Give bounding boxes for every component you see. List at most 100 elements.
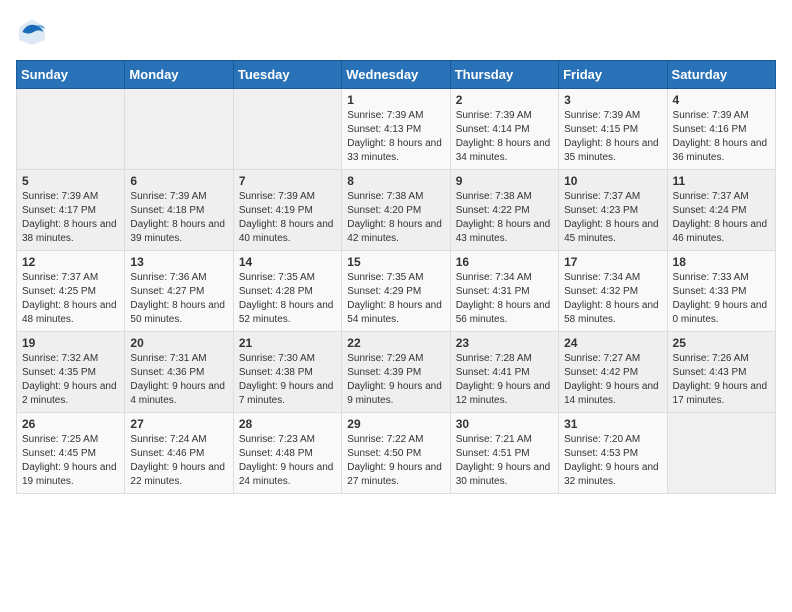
calendar-cell: 27 Sunrise: 7:24 AM Sunset: 4:46 PM Dayli… [125, 413, 233, 494]
day-number: 23 [456, 336, 553, 350]
day-info: Sunrise: 7:38 AM Sunset: 4:22 PM Dayligh… [456, 190, 553, 246]
calendar-cell: 31 Sunrise: 7:20 AM Sunset: 4:53 PM Dayli… [559, 413, 667, 494]
day-number: 21 [239, 336, 336, 350]
day-info: Sunrise: 7:37 AM Sunset: 4:24 PM Dayligh… [673, 190, 770, 246]
day-number: 11 [673, 174, 770, 188]
day-info: Sunrise: 7:32 AM Sunset: 4:35 PM Dayligh… [22, 352, 119, 408]
day-info: Sunrise: 7:30 AM Sunset: 4:38 PM Dayligh… [239, 352, 336, 408]
calendar-cell: 3 Sunrise: 7:39 AM Sunset: 4:15 PM Daylig… [559, 89, 667, 170]
day-info: Sunrise: 7:35 AM Sunset: 4:28 PM Dayligh… [239, 271, 336, 327]
calendar-cell: 29 Sunrise: 7:22 AM Sunset: 4:50 PM Dayli… [342, 413, 450, 494]
day-info: Sunrise: 7:35 AM Sunset: 4:29 PM Dayligh… [347, 271, 444, 327]
day-number: 1 [347, 93, 444, 107]
day-number: 3 [564, 93, 661, 107]
calendar-week-row: 1Sunrise: 7:39 AM Sunset: 4:13 PM Daylig… [17, 89, 776, 170]
day-number: 20 [130, 336, 227, 350]
calendar-week-row: 5Sunrise: 7:39 AM Sunset: 4:17 PM Daylig… [17, 170, 776, 251]
day-number: 15 [347, 255, 444, 269]
day-info: Sunrise: 7:33 AM Sunset: 4:33 PM Dayligh… [673, 271, 770, 327]
calendar-cell: 18 Sunrise: 7:33 AM Sunset: 4:33 PM Dayli… [667, 251, 775, 332]
day-info: Sunrise: 7:25 AM Sunset: 4:45 PM Dayligh… [22, 433, 119, 489]
day-number: 14 [239, 255, 336, 269]
day-number: 12 [22, 255, 119, 269]
day-info: Sunrise: 7:39 AM Sunset: 4:16 PM Dayligh… [673, 109, 770, 165]
day-number: 22 [347, 336, 444, 350]
day-number: 13 [130, 255, 227, 269]
day-info: Sunrise: 7:39 AM Sunset: 4:15 PM Dayligh… [564, 109, 661, 165]
weekday-header: Tuesday [233, 61, 341, 89]
day-info: Sunrise: 7:37 AM Sunset: 4:23 PM Dayligh… [564, 190, 661, 246]
day-number: 18 [673, 255, 770, 269]
calendar-cell: 13 Sunrise: 7:36 AM Sunset: 4:27 PM Dayli… [125, 251, 233, 332]
calendar-cell: 28 Sunrise: 7:23 AM Sunset: 4:48 PM Dayli… [233, 413, 341, 494]
calendar-cell: 25Sunrise: 7:26 AM Sunset: 4:43 PM Dayli… [667, 332, 775, 413]
day-info: Sunrise: 7:38 AM Sunset: 4:20 PM Dayligh… [347, 190, 444, 246]
logo [16, 16, 52, 48]
day-info: Sunrise: 7:34 AM Sunset: 4:31 PM Dayligh… [456, 271, 553, 327]
day-info: Sunrise: 7:21 AM Sunset: 4:51 PM Dayligh… [456, 433, 553, 489]
page-header [16, 16, 776, 48]
calendar-cell: 24 Sunrise: 7:27 AM Sunset: 4:42 PM Dayli… [559, 332, 667, 413]
calendar-cell: 4Sunrise: 7:39 AM Sunset: 4:16 PM Daylig… [667, 89, 775, 170]
day-number: 19 [22, 336, 119, 350]
day-number: 28 [239, 417, 336, 431]
calendar-header-row: SundayMondayTuesdayWednesdayThursdayFrid… [17, 61, 776, 89]
day-info: Sunrise: 7:36 AM Sunset: 4:27 PM Dayligh… [130, 271, 227, 327]
day-number: 30 [456, 417, 553, 431]
weekday-header: Monday [125, 61, 233, 89]
day-info: Sunrise: 7:22 AM Sunset: 4:50 PM Dayligh… [347, 433, 444, 489]
calendar-week-row: 26Sunrise: 7:25 AM Sunset: 4:45 PM Dayli… [17, 413, 776, 494]
day-info: Sunrise: 7:29 AM Sunset: 4:39 PM Dayligh… [347, 352, 444, 408]
calendar-cell: 1Sunrise: 7:39 AM Sunset: 4:13 PM Daylig… [342, 89, 450, 170]
day-number: 17 [564, 255, 661, 269]
day-number: 10 [564, 174, 661, 188]
day-info: Sunrise: 7:39 AM Sunset: 4:17 PM Dayligh… [22, 190, 119, 246]
calendar-cell: 19 Sunrise: 7:32 AM Sunset: 4:35 PM Dayli… [17, 332, 125, 413]
calendar-cell: 12Sunrise: 7:37 AM Sunset: 4:25 PM Dayli… [17, 251, 125, 332]
day-number: 7 [239, 174, 336, 188]
day-info: Sunrise: 7:23 AM Sunset: 4:48 PM Dayligh… [239, 433, 336, 489]
day-info: Sunrise: 7:34 AM Sunset: 4:32 PM Dayligh… [564, 271, 661, 327]
weekday-header: Sunday [17, 61, 125, 89]
day-info: Sunrise: 7:27 AM Sunset: 4:42 PM Dayligh… [564, 352, 661, 408]
day-number: 6 [130, 174, 227, 188]
calendar-cell: 14 Sunrise: 7:35 AM Sunset: 4:28 PM Dayli… [233, 251, 341, 332]
day-number: 31 [564, 417, 661, 431]
weekday-header: Wednesday [342, 61, 450, 89]
day-number: 27 [130, 417, 227, 431]
calendar-cell [667, 413, 775, 494]
calendar-cell [17, 89, 125, 170]
day-info: Sunrise: 7:39 AM Sunset: 4:18 PM Dayligh… [130, 190, 227, 246]
calendar-cell: 21 Sunrise: 7:30 AM Sunset: 4:38 PM Dayli… [233, 332, 341, 413]
logo-icon [16, 16, 48, 48]
day-info: Sunrise: 7:28 AM Sunset: 4:41 PM Dayligh… [456, 352, 553, 408]
calendar-week-row: 12Sunrise: 7:37 AM Sunset: 4:25 PM Dayli… [17, 251, 776, 332]
day-number: 9 [456, 174, 553, 188]
calendar-cell: 30 Sunrise: 7:21 AM Sunset: 4:51 PM Dayli… [450, 413, 558, 494]
calendar-body: 1Sunrise: 7:39 AM Sunset: 4:13 PM Daylig… [17, 89, 776, 494]
day-number: 25 [673, 336, 770, 350]
calendar-cell: 23 Sunrise: 7:28 AM Sunset: 4:41 PM Dayli… [450, 332, 558, 413]
calendar-cell: 5Sunrise: 7:39 AM Sunset: 4:17 PM Daylig… [17, 170, 125, 251]
calendar-cell: 6 Sunrise: 7:39 AM Sunset: 4:18 PM Daylig… [125, 170, 233, 251]
calendar-week-row: 19 Sunrise: 7:32 AM Sunset: 4:35 PM Dayli… [17, 332, 776, 413]
calendar-cell [125, 89, 233, 170]
calendar-cell [233, 89, 341, 170]
day-info: Sunrise: 7:24 AM Sunset: 4:46 PM Dayligh… [130, 433, 227, 489]
calendar-cell: 16 Sunrise: 7:34 AM Sunset: 4:31 PM Dayli… [450, 251, 558, 332]
weekday-header: Friday [559, 61, 667, 89]
day-number: 16 [456, 255, 553, 269]
day-number: 29 [347, 417, 444, 431]
calendar-cell: 8Sunrise: 7:38 AM Sunset: 4:20 PM Daylig… [342, 170, 450, 251]
day-info: Sunrise: 7:31 AM Sunset: 4:36 PM Dayligh… [130, 352, 227, 408]
day-info: Sunrise: 7:20 AM Sunset: 4:53 PM Dayligh… [564, 433, 661, 489]
day-number: 2 [456, 93, 553, 107]
calendar-cell: 7 Sunrise: 7:39 AM Sunset: 4:19 PM Daylig… [233, 170, 341, 251]
calendar-cell: 22 Sunrise: 7:29 AM Sunset: 4:39 PM Dayli… [342, 332, 450, 413]
calendar-cell: 17 Sunrise: 7:34 AM Sunset: 4:32 PM Dayli… [559, 251, 667, 332]
day-info: Sunrise: 7:39 AM Sunset: 4:19 PM Dayligh… [239, 190, 336, 246]
calendar-cell: 15 Sunrise: 7:35 AM Sunset: 4:29 PM Dayli… [342, 251, 450, 332]
calendar-cell: 26Sunrise: 7:25 AM Sunset: 4:45 PM Dayli… [17, 413, 125, 494]
calendar-table: SundayMondayTuesdayWednesdayThursdayFrid… [16, 60, 776, 494]
day-number: 24 [564, 336, 661, 350]
